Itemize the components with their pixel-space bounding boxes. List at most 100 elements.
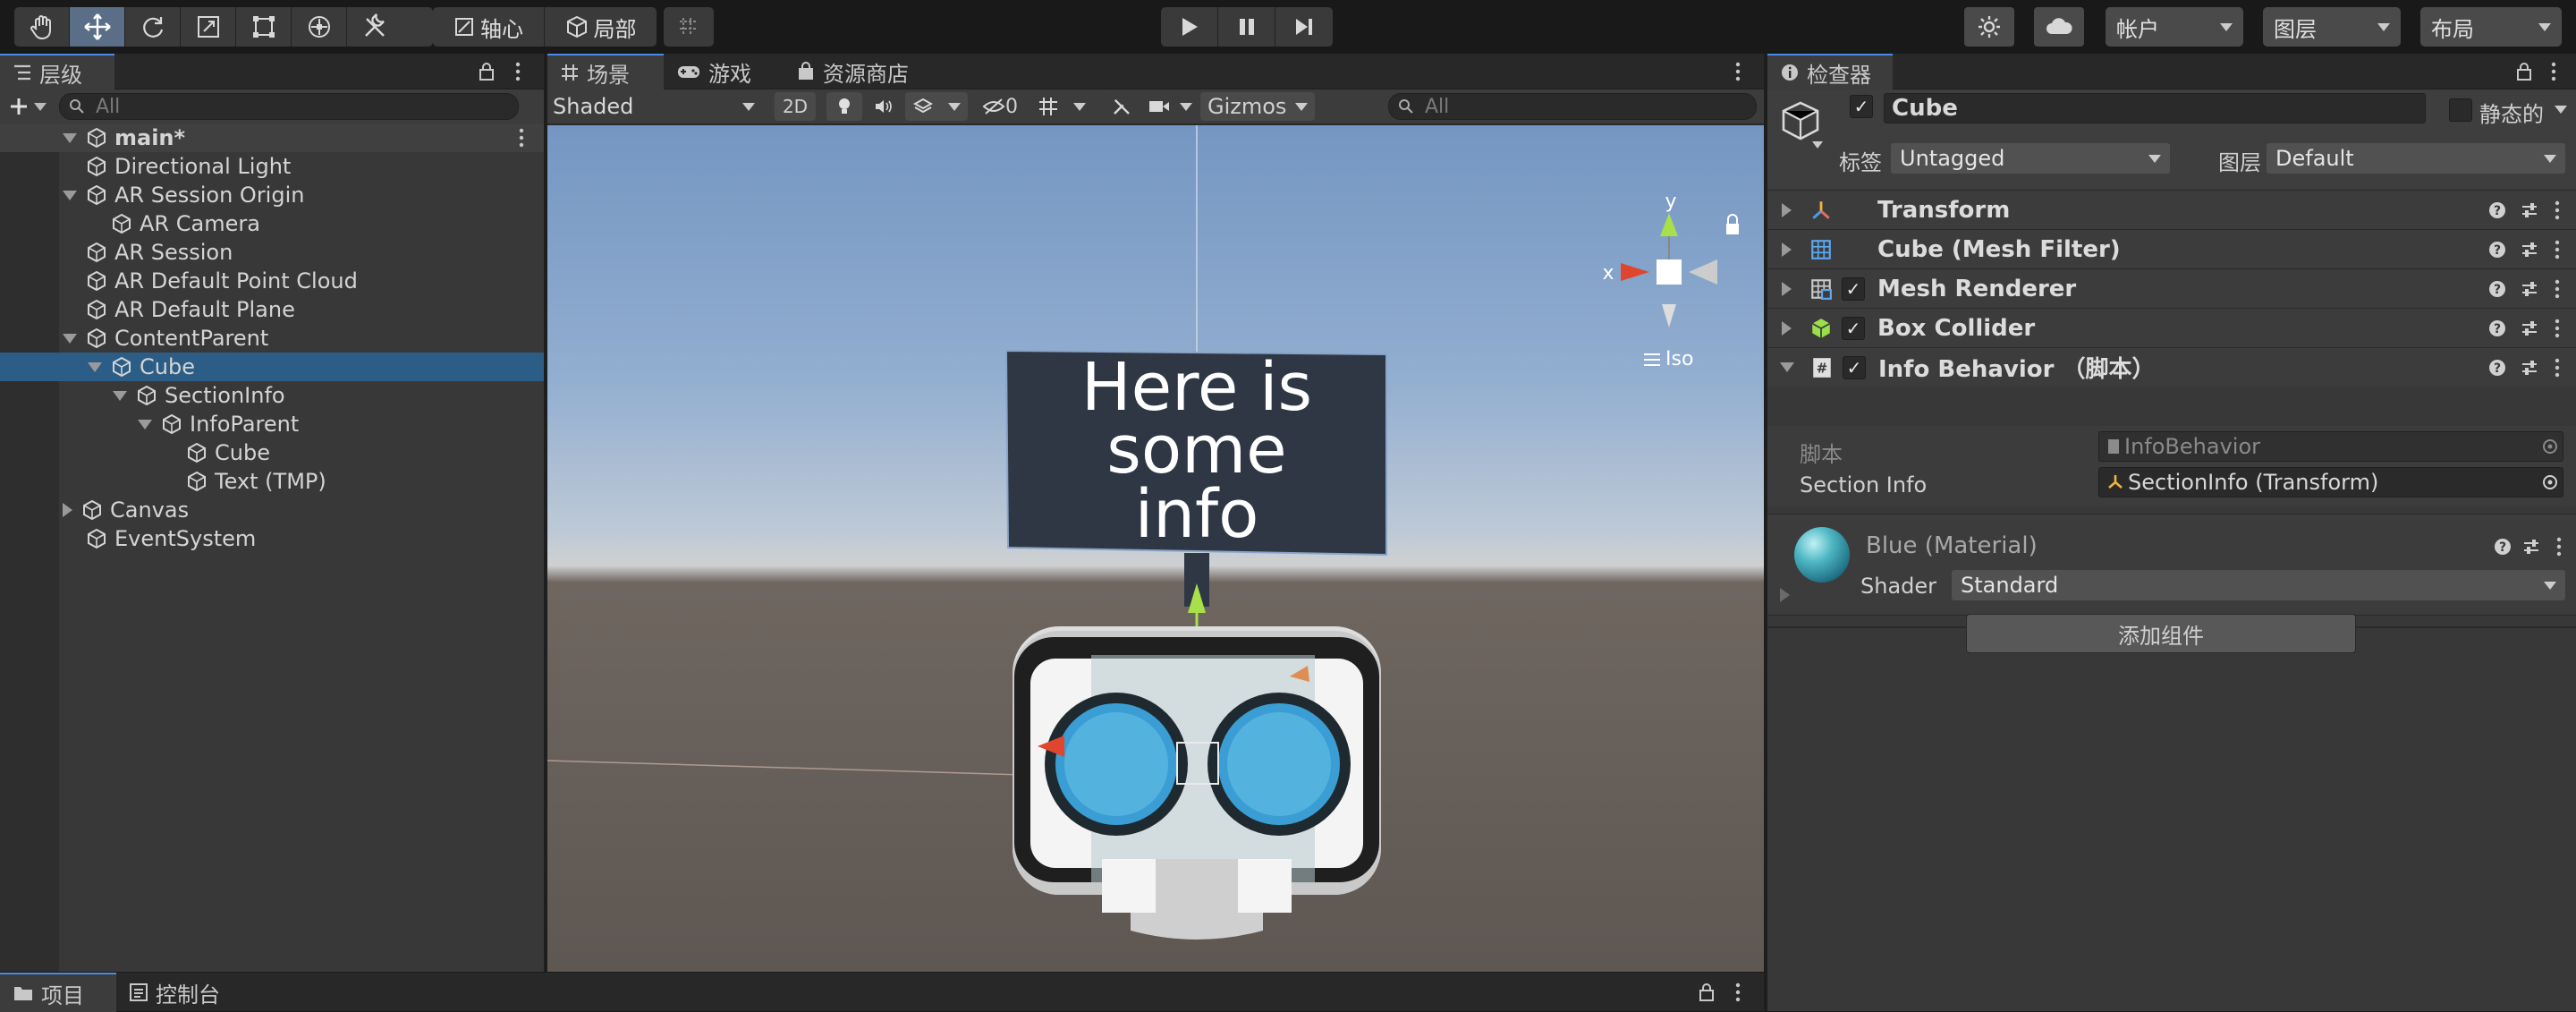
help-icon[interactable]: ? — [2488, 201, 2506, 219]
projection-label[interactable]: Iso — [1665, 348, 1693, 370]
component-header[interactable]: # ✓ Info Behavior （脚本）? — [1767, 347, 2576, 387]
local-toggle[interactable]: 局部 — [545, 7, 657, 47]
pivot-toggle[interactable]: 轴心 — [433, 7, 545, 47]
preset-sliders-icon[interactable] — [2522, 538, 2540, 556]
active-checkbox[interactable]: ✓ — [1850, 95, 1873, 118]
hierarchy-search-input[interactable]: All — [59, 93, 519, 120]
add-component-button[interactable]: 添加组件 — [1966, 614, 2356, 653]
help-icon[interactable]: ? — [2494, 538, 2512, 556]
kebab-menu-icon[interactable] — [2549, 61, 2558, 82]
component-enabled-checkbox[interactable]: ✓ — [1843, 355, 1866, 379]
component-enabled-checkbox[interactable]: ✓ — [1842, 276, 1865, 301]
shader-dropdown[interactable]: Standard — [1952, 570, 2565, 600]
hierarchy-item[interactable]: AR Session — [0, 238, 544, 267]
fold-down-icon[interactable] — [138, 419, 152, 429]
layers-dropdown[interactable]: 图层 — [2263, 7, 2401, 47]
fold-down-icon[interactable] — [113, 390, 127, 401]
fold-right-icon[interactable] — [1782, 242, 1792, 257]
component-enabled-checkbox[interactable]: ✓ — [1842, 316, 1865, 340]
services-button[interactable] — [1964, 7, 2014, 47]
hierarchy-item[interactable]: ContentParent — [0, 324, 544, 353]
component-header[interactable]: ✓ Mesh Renderer? — [1767, 268, 2576, 308]
chevron-down-icon[interactable] — [1812, 141, 1823, 149]
pause-button[interactable] — [1218, 7, 1275, 47]
fold-right-icon[interactable] — [1782, 202, 1792, 217]
help-icon[interactable]: ? — [2488, 280, 2506, 298]
fold-right-icon[interactable] — [1782, 320, 1792, 336]
kebab-menu-icon[interactable] — [517, 127, 526, 149]
grid-dropdown[interactable] — [1030, 92, 1093, 121]
kebab-menu-icon[interactable] — [2555, 536, 2563, 557]
fold-right-icon[interactable] — [63, 503, 72, 517]
layout-dropdown[interactable]: 布局 — [2420, 7, 2562, 47]
rect-tool-button[interactable] — [236, 7, 292, 47]
hierarchy-item[interactable]: AR Camera — [0, 209, 544, 238]
tools-toggle[interactable] — [1104, 92, 1140, 121]
hierarchy-item[interactable]: Cube — [0, 438, 544, 467]
tab-console[interactable]: 控制台 — [116, 973, 259, 1012]
cloud-button[interactable] — [2034, 7, 2084, 47]
help-icon[interactable]: ? — [2488, 241, 2506, 259]
kebab-menu-icon[interactable] — [2553, 318, 2562, 339]
lighting-toggle[interactable] — [826, 92, 862, 121]
2d-toggle-button[interactable]: 2D — [775, 92, 816, 121]
shading-mode-dropdown[interactable]: Shaded — [553, 91, 764, 122]
audio-toggle[interactable] — [866, 92, 902, 121]
orientation-gizmo[interactable] — [1621, 213, 1717, 327]
scale-tool-button[interactable] — [181, 7, 236, 47]
lock-icon[interactable] — [2515, 61, 2533, 82]
preset-sliders-icon[interactable] — [2521, 319, 2538, 337]
hierarchy-item[interactable]: Canvas — [0, 496, 544, 524]
tag-dropdown[interactable]: Untagged — [1891, 143, 2170, 174]
chevron-down-icon[interactable] — [2555, 106, 2567, 114]
object-name-field[interactable]: Cube — [1884, 93, 2426, 123]
fold-down-icon[interactable] — [63, 333, 77, 344]
grid-snap-button[interactable] — [664, 7, 714, 47]
kebab-menu-icon[interactable] — [2553, 239, 2562, 260]
step-button[interactable] — [1275, 7, 1333, 47]
tab-asset-store[interactable]: 资源商店 — [784, 54, 962, 89]
kebab-menu-icon[interactable] — [2553, 200, 2562, 221]
section-info-field[interactable]: SectionInfo (Transform) — [2098, 467, 2563, 497]
fold-right-icon[interactable] — [1782, 281, 1792, 296]
help-icon[interactable]: ? — [2488, 359, 2506, 377]
preset-sliders-icon[interactable] — [2521, 280, 2538, 298]
scene-visibility-toggle[interactable]: 0 — [973, 92, 1027, 121]
custom-tool-button[interactable] — [347, 7, 402, 47]
move-tool-button[interactable] — [70, 7, 125, 47]
hierarchy-item[interactable]: AR Session Origin — [0, 181, 544, 209]
hierarchy-item[interactable]: Cube — [0, 353, 544, 381]
hierarchy-item[interactable]: SectionInfo — [0, 381, 544, 410]
component-header[interactable]: Cube (Mesh Filter)? — [1767, 229, 2576, 268]
play-button[interactable] — [1161, 7, 1218, 47]
tab-game[interactable]: 游戏 — [664, 54, 784, 89]
account-dropdown[interactable]: 帐户 — [2106, 7, 2243, 47]
scene-row[interactable]: main* — [0, 123, 544, 152]
scene-viewport[interactable]: Here is some info y x Iso — [547, 125, 1764, 972]
preset-sliders-icon[interactable] — [2521, 241, 2538, 259]
preset-sliders-icon[interactable] — [2521, 359, 2538, 377]
hierarchy-item[interactable]: AR Default Plane — [0, 295, 544, 324]
gizmo-lock-icon[interactable] — [1726, 224, 1739, 234]
kebab-menu-icon[interactable] — [513, 61, 522, 82]
scene-search-input[interactable]: All — [1388, 93, 1757, 120]
rotate-tool-button[interactable] — [125, 7, 181, 47]
lock-icon[interactable] — [478, 61, 496, 82]
kebab-menu-icon[interactable] — [1733, 982, 1742, 1003]
object-picker-icon[interactable] — [2542, 474, 2558, 490]
fold-down-icon[interactable] — [63, 132, 77, 143]
create-button[interactable] — [9, 97, 47, 116]
fold-down-icon[interactable] — [88, 361, 102, 372]
kebab-menu-icon[interactable] — [2553, 357, 2562, 378]
help-icon[interactable]: ? — [2488, 319, 2506, 337]
preset-sliders-icon[interactable] — [2521, 201, 2538, 219]
fold-right-icon[interactable] — [1780, 588, 1790, 602]
transform-tool-button[interactable] — [292, 7, 347, 47]
gizmos-dropdown[interactable]: Gizmos — [1200, 92, 1315, 121]
fold-down-icon[interactable] — [63, 190, 77, 200]
tab-inspector[interactable]: 检查器 — [1767, 54, 1893, 89]
fold-down-icon[interactable] — [1780, 362, 1794, 372]
tab-hierarchy[interactable]: 层级 — [0, 54, 114, 89]
hierarchy-item[interactable]: Directional Light — [0, 152, 544, 181]
tab-project[interactable]: 项目 — [0, 973, 116, 1012]
